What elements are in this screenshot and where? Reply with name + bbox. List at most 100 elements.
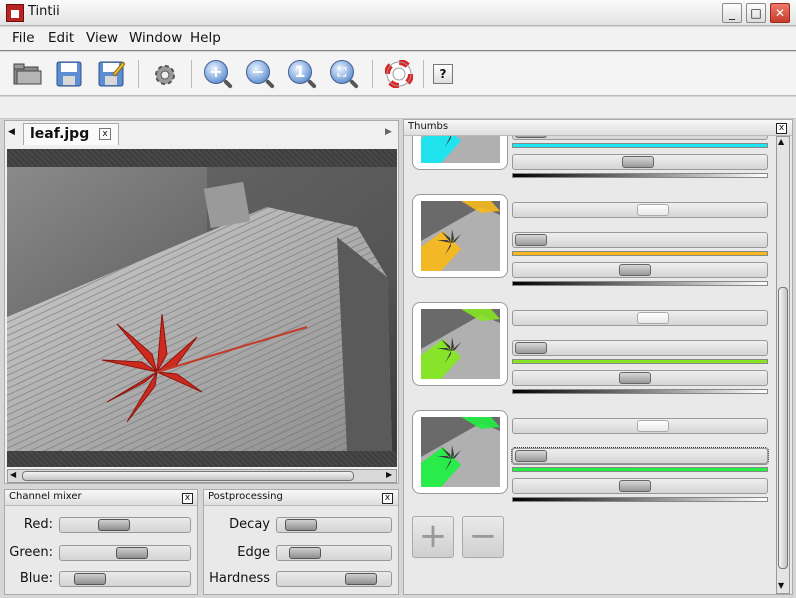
close-button[interactable]: ✕	[770, 3, 790, 23]
thumbs-header: Thumbs x	[404, 120, 792, 136]
slider-handle[interactable]	[621, 156, 654, 168]
thumb-row	[404, 136, 774, 182]
saturation-slider[interactable]	[511, 447, 769, 465]
zoom-100-icon[interactable]: 1	[288, 60, 317, 89]
menu-view[interactable]: View	[86, 30, 118, 46]
toolbar-separator	[423, 60, 424, 88]
horizontal-scrollbar[interactable]: ◀ ▶	[7, 469, 397, 483]
zoom-in-icon[interactable]: +	[204, 60, 233, 89]
scroll-left-icon[interactable]: ◀	[10, 470, 16, 479]
vertical-scrollbar[interactable]: ▲ ▼	[776, 136, 790, 594]
saturation-slider[interactable]	[512, 136, 768, 140]
brightness-gradient	[512, 173, 768, 178]
menu-help[interactable]: Help	[190, 30, 221, 46]
toolbar-separator	[138, 60, 139, 88]
help-lifebuoy-icon[interactable]	[384, 59, 414, 89]
tab-scroll-right-icon[interactable]: ▶	[385, 127, 392, 137]
image-canvas[interactable]	[7, 149, 397, 467]
thumbnail[interactable]	[412, 136, 508, 170]
tab-label: leaf.jpg	[30, 126, 90, 142]
decay-label: Decay	[229, 517, 270, 532]
brightness-slider[interactable]	[512, 478, 768, 494]
slider-handle[interactable]	[637, 204, 670, 216]
save-icon[interactable]	[55, 60, 83, 88]
slider-handle[interactable]	[637, 420, 670, 432]
slider-handle[interactable]	[98, 519, 131, 531]
thumbnail[interactable]	[412, 194, 508, 278]
brightness-slider[interactable]	[512, 262, 768, 278]
save-as-icon[interactable]	[97, 60, 126, 88]
slider-handle[interactable]	[345, 573, 378, 585]
blue-slider[interactable]	[59, 571, 191, 587]
zoom-out-icon[interactable]: −	[246, 60, 275, 89]
add-thumb-button[interactable]: +	[412, 516, 454, 558]
thumbnail-image	[421, 136, 500, 163]
slider-handle[interactable]	[637, 312, 670, 324]
scroll-down-icon[interactable]: ▼	[778, 581, 784, 590]
blue-label: Blue:	[19, 571, 53, 586]
toolbar: + − 1 ⛶ ?	[0, 52, 796, 96]
scroll-up-icon[interactable]: ▲	[778, 137, 784, 146]
thumb-row	[404, 290, 774, 398]
about-icon[interactable]: ?	[433, 64, 453, 84]
saturation-slider[interactable]	[512, 232, 768, 248]
hardness-slider[interactable]	[276, 571, 392, 587]
close-icon[interactable]: x	[382, 493, 393, 504]
edge-slider[interactable]	[276, 545, 392, 561]
slider-handle[interactable]	[619, 264, 652, 276]
slider-handle[interactable]	[619, 480, 652, 492]
brightness-slider[interactable]	[512, 154, 768, 170]
menu-bar: File Edit View Window Help	[0, 27, 796, 51]
app-icon	[6, 4, 24, 22]
thumbnail-image	[421, 309, 500, 379]
brightness-slider[interactable]	[512, 370, 768, 386]
thumbnail[interactable]	[412, 410, 508, 494]
brightness-gradient	[512, 389, 768, 394]
tab-leaf[interactable]: leaf.jpg x	[23, 123, 119, 145]
leaf-photo	[7, 167, 397, 451]
image-panel: ◀ leaf.jpg x ▶ ◀ ▶	[4, 120, 399, 484]
menu-window[interactable]: Window	[129, 30, 182, 46]
tab-close-icon[interactable]: x	[99, 128, 111, 140]
hardness-label: Hardness	[209, 571, 270, 586]
scrollbar-thumb[interactable]	[778, 287, 788, 569]
decay-slider[interactable]	[276, 517, 392, 533]
toolbar-spacer	[0, 97, 796, 119]
hue-range-slider[interactable]	[512, 202, 768, 218]
hue-range-slider[interactable]	[512, 418, 768, 434]
slider-handle[interactable]	[619, 372, 652, 384]
red-label: Red:	[23, 517, 53, 532]
saturation-slider[interactable]	[512, 340, 768, 356]
scroll-right-icon[interactable]: ▶	[386, 470, 392, 479]
thumbnail[interactable]	[412, 302, 508, 386]
green-label: Green:	[9, 545, 53, 560]
scrollbar-thumb[interactable]	[22, 471, 354, 481]
close-icon[interactable]: x	[776, 123, 787, 134]
menu-file[interactable]: File	[12, 30, 35, 46]
gear-icon[interactable]	[150, 60, 178, 88]
color-bar	[512, 467, 768, 472]
zoom-fit-icon[interactable]: ⛶	[330, 60, 359, 89]
green-slider[interactable]	[59, 545, 191, 561]
edge-label: Edge	[237, 545, 270, 560]
slider-handle[interactable]	[289, 547, 322, 559]
slider-handle[interactable]	[515, 342, 547, 354]
close-icon[interactable]: x	[182, 493, 193, 504]
slider-handle[interactable]	[515, 450, 547, 462]
slider-handle[interactable]	[515, 136, 547, 138]
slider-handle[interactable]	[74, 573, 107, 585]
maximize-button[interactable]: □	[746, 3, 766, 23]
slider-handle[interactable]	[515, 234, 547, 246]
color-bar	[512, 359, 768, 364]
tab-scroll-left-icon[interactable]: ◀	[8, 127, 15, 137]
slider-handle[interactable]	[285, 519, 318, 531]
red-slider[interactable]	[59, 517, 191, 533]
remove-thumb-button[interactable]: −	[462, 516, 504, 558]
open-folder-icon[interactable]	[12, 60, 42, 88]
hue-range-slider[interactable]	[512, 310, 768, 326]
title-bar: Tintii _ □ ✕	[0, 0, 796, 26]
minimize-button[interactable]: _	[722, 3, 742, 23]
menu-edit[interactable]: Edit	[48, 30, 74, 46]
thumb-row	[404, 182, 774, 290]
slider-handle[interactable]	[115, 547, 148, 559]
